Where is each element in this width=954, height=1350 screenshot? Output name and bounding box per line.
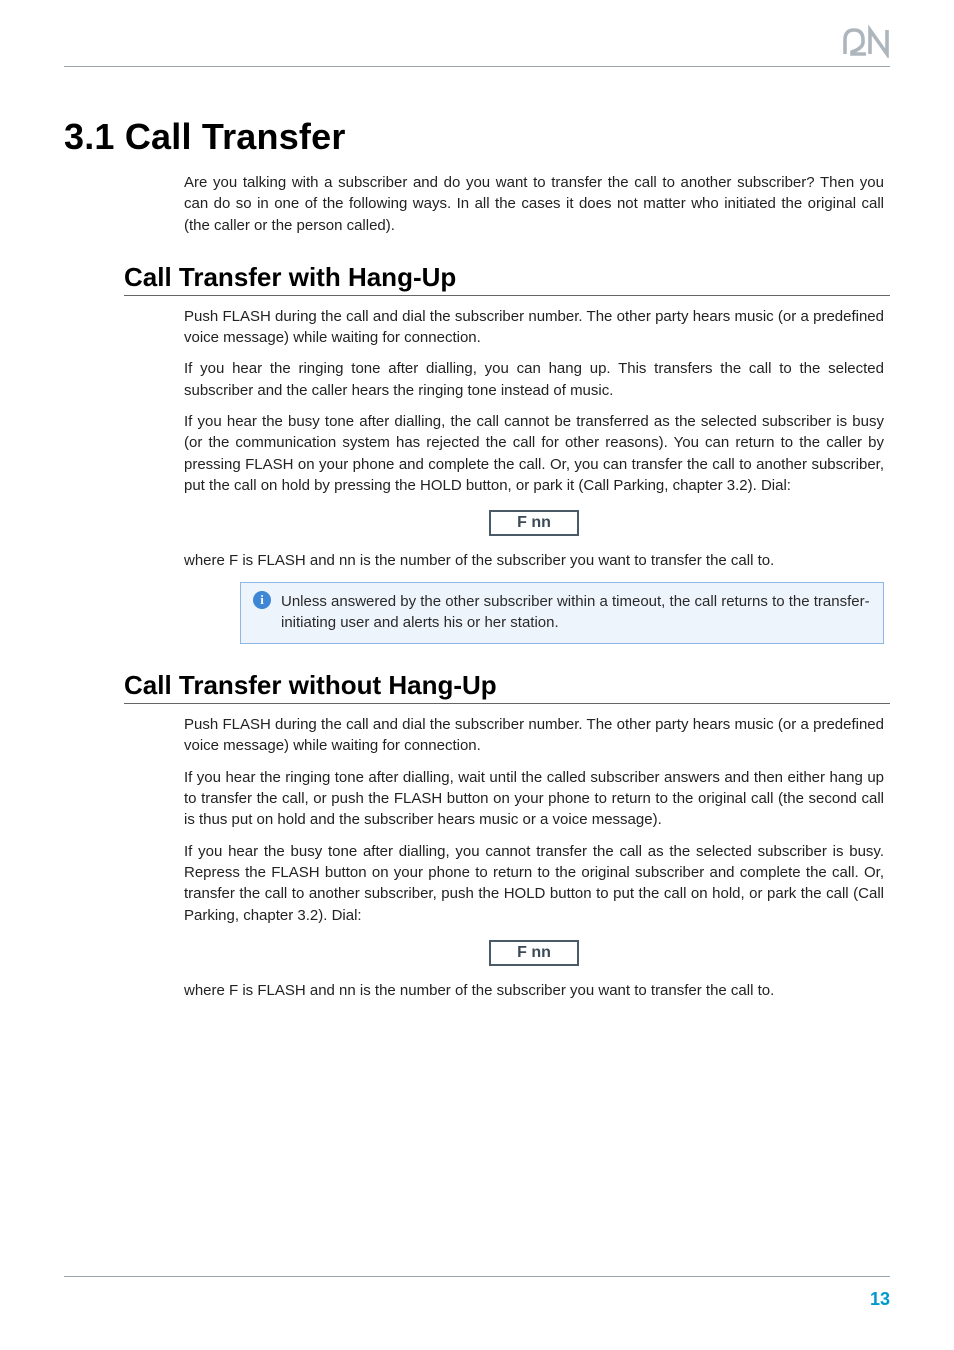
without-hangup-p3: If you hear the busy tone after dialling… xyxy=(184,841,884,926)
document-page: 3.1 Call Transfer Are you talking with a… xyxy=(0,0,954,1350)
dial-code-box: F nn xyxy=(489,940,579,966)
with-hangup-p2: If you hear the ringing tone after diall… xyxy=(184,358,884,401)
with-hangup-p3: If you hear the busy tone after dialling… xyxy=(184,411,884,496)
page-number: 13 xyxy=(870,1289,890,1309)
with-hangup-p1: Push FLASH during the call and dial the … xyxy=(184,306,884,349)
section-heading-with-hangup: Call Transfer with Hang-Up xyxy=(124,262,890,293)
without-hangup-p1: Push FLASH during the call and dial the … xyxy=(184,714,884,757)
header-rule xyxy=(64,66,890,67)
without-hangup-p4: where F is FLASH and nn is the number of… xyxy=(184,980,884,1001)
page-footer: 13 xyxy=(64,1276,890,1310)
info-text: Unless answered by the other subscriber … xyxy=(281,591,873,634)
section-rule xyxy=(124,295,890,296)
section-rule xyxy=(124,703,890,704)
with-hangup-p4: where F is FLASH and nn is the number of… xyxy=(184,550,884,571)
dial-code-box: F nn xyxy=(489,510,579,536)
info-icon: i xyxy=(253,591,271,609)
info-callout: i Unless answered by the other subscribe… xyxy=(240,582,884,645)
section-heading-without-hangup: Call Transfer without Hang-Up xyxy=(124,670,890,701)
without-hangup-p2: If you hear the ringing tone after diall… xyxy=(184,767,884,831)
brand-logo-icon xyxy=(842,24,890,58)
page-title: 3.1 Call Transfer xyxy=(64,116,890,158)
intro-paragraph: Are you talking with a subscriber and do… xyxy=(184,172,884,236)
